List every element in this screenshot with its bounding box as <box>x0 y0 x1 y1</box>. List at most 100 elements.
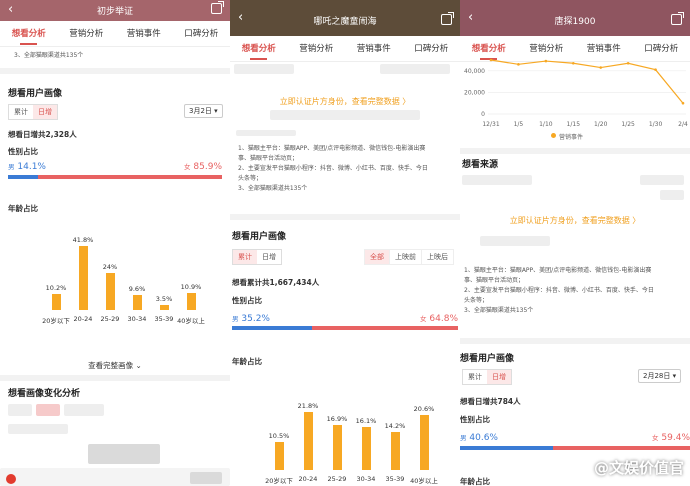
share-icon[interactable] <box>211 1 224 14</box>
female-label: 女 <box>652 434 659 442</box>
notes-tail: 3、全部猫眼渠道共135个 <box>14 52 84 59</box>
age-bar <box>303 412 313 470</box>
tab-marketing-events[interactable]: 营销事件 <box>357 36 391 61</box>
x-tick-label: 1/20 <box>594 121 608 128</box>
blurred-content <box>270 110 420 120</box>
age-bar-value: 21.8% <box>297 402 319 410</box>
x-tick-label: 1/30 <box>649 121 663 128</box>
divider <box>460 338 690 344</box>
male-label: 男 <box>8 163 15 171</box>
divider <box>0 375 230 381</box>
blurred-content <box>8 424 68 434</box>
verify-link[interactable]: 立即认证片方身份，查看完整数据 〉 <box>460 215 690 226</box>
age-bar <box>274 442 284 470</box>
age-category-label: 40岁以上 <box>177 317 205 325</box>
trend-point <box>544 59 548 63</box>
gender-title: 性别占比 <box>232 296 262 305</box>
male-bar <box>460 446 554 450</box>
blurred-content <box>480 236 550 246</box>
gender-title: 性别占比 <box>460 415 490 424</box>
divider <box>230 214 460 220</box>
blurred-content <box>234 64 294 74</box>
tab-marketing-events[interactable]: 营销事件 <box>127 21 161 46</box>
share-icon[interactable] <box>671 12 684 25</box>
trend-point <box>517 63 520 66</box>
back-icon[interactable]: ‹ <box>8 2 13 17</box>
date-picker[interactable]: 3月2日 ▾ <box>184 104 223 118</box>
x-tick-label: 1/10 <box>539 121 553 128</box>
tab-want-analysis[interactable]: 想看分析 <box>242 36 276 61</box>
verify-link[interactable]: 立即认证片方身份，查看完整数据 〉 <box>230 96 460 107</box>
section-title: 想看用户画像 <box>460 354 515 364</box>
trend-point <box>681 101 685 105</box>
gender-bar <box>232 326 458 330</box>
male-pct: 40.6% <box>469 433 498 443</box>
total-label: 想看日增共2,328人 <box>8 130 77 139</box>
blurred-content <box>88 444 160 464</box>
age-bar <box>132 295 142 310</box>
age-bar-value: 16.9% <box>326 415 348 424</box>
blurred-content <box>640 175 684 185</box>
seg-cumulative[interactable]: 累计 <box>233 250 257 264</box>
seg-daily[interactable]: 日增 <box>257 250 281 264</box>
note-line: 事、猫眼平台活动页； <box>238 155 299 162</box>
male-share: 男 14.1% <box>8 161 46 172</box>
note-line: 头条等； <box>238 175 263 182</box>
x-tick-label: 1/25 <box>621 121 635 128</box>
gender-bar <box>8 175 222 179</box>
back-icon[interactable]: ‹ <box>468 10 473 25</box>
back-icon[interactable]: ‹ <box>238 10 243 25</box>
filter-before-release[interactable]: 上映前 <box>389 249 422 265</box>
female-bar <box>553 446 690 450</box>
age-bar <box>390 432 400 470</box>
age-bar-value: 9.6% <box>128 285 146 294</box>
filter-all[interactable]: 全部 <box>364 249 390 265</box>
age-bar-value: 10.9% <box>180 283 202 292</box>
header: ‹ 唐探1900 <box>460 0 690 40</box>
age-bar-value: 24% <box>102 263 118 272</box>
trend-point <box>599 66 603 69</box>
seg-daily[interactable]: 日增 <box>33 105 57 119</box>
section-title: 想看用户画像 <box>8 89 63 99</box>
panel-1: ‹ 初步举证 想看分析 营销分析 营销事件 口碑分析 3、全部猫眼渠道共135个… <box>0 0 230 486</box>
blurred-content <box>660 190 684 200</box>
legend-label: 营销事件 <box>559 134 584 141</box>
notes: 1、猫眼主平台：猫眼APP、美团/点评电影频道、微信钱包-电影演出赛 事、猫眼平… <box>464 266 654 316</box>
female-pct: 85.9% <box>193 162 222 172</box>
male-share: 男 35.2% <box>232 313 270 324</box>
age-bar <box>332 425 342 470</box>
header: ‹ 初步举证 <box>0 0 230 21</box>
tab-reputation-analysis[interactable]: 口碑分析 <box>184 21 218 46</box>
filter-after-release[interactable]: 上映后 <box>421 249 454 265</box>
trend-point <box>489 58 493 62</box>
period-filter: 全部 上映前 上映后 <box>364 249 454 265</box>
seg-cumulative[interactable]: 累计 <box>9 105 33 119</box>
view-full-portrait-link[interactable]: 查看完整画像 ⌄ <box>0 360 230 371</box>
male-pct: 35.2% <box>241 314 270 324</box>
date-picker[interactable]: 2月28日 ▾ <box>638 369 682 383</box>
date-value: 2月28日 <box>643 372 671 380</box>
note-line: 事、猫眼平台活动页； <box>464 277 525 284</box>
female-bar <box>38 175 222 179</box>
age-bar <box>159 304 169 310</box>
view-full-portrait-label: 查看完整画像 <box>88 361 134 370</box>
age-bar <box>78 246 88 310</box>
share-icon[interactable] <box>441 12 454 25</box>
seg-cumulative[interactable]: 累计 <box>463 370 487 384</box>
tab-marketing-analysis[interactable]: 营销分析 <box>69 21 103 46</box>
age-bar <box>51 294 61 310</box>
female-label: 女 <box>420 315 427 323</box>
notes: 1、猫眼主平台：猫眼APP、美团/点评电影频道、微信钱包-电影演出赛 事、猫眼平… <box>238 144 428 194</box>
age-bar-value: 3.5% <box>155 294 173 303</box>
seg-daily[interactable]: 日增 <box>487 370 511 384</box>
trend-line <box>490 59 684 104</box>
blurred-content <box>380 64 450 74</box>
age-bar <box>105 273 115 310</box>
tab-reputation-analysis[interactable]: 口碑分析 <box>414 36 448 61</box>
female-pct: 64.8% <box>429 314 458 324</box>
trend-point <box>626 61 630 65</box>
tab-marketing-analysis[interactable]: 营销分析 <box>299 36 333 61</box>
tab-want-analysis[interactable]: 想看分析 <box>12 21 46 46</box>
header: ‹ 哪吒之魔童闹海 <box>230 0 460 40</box>
blurred-content <box>36 404 60 416</box>
